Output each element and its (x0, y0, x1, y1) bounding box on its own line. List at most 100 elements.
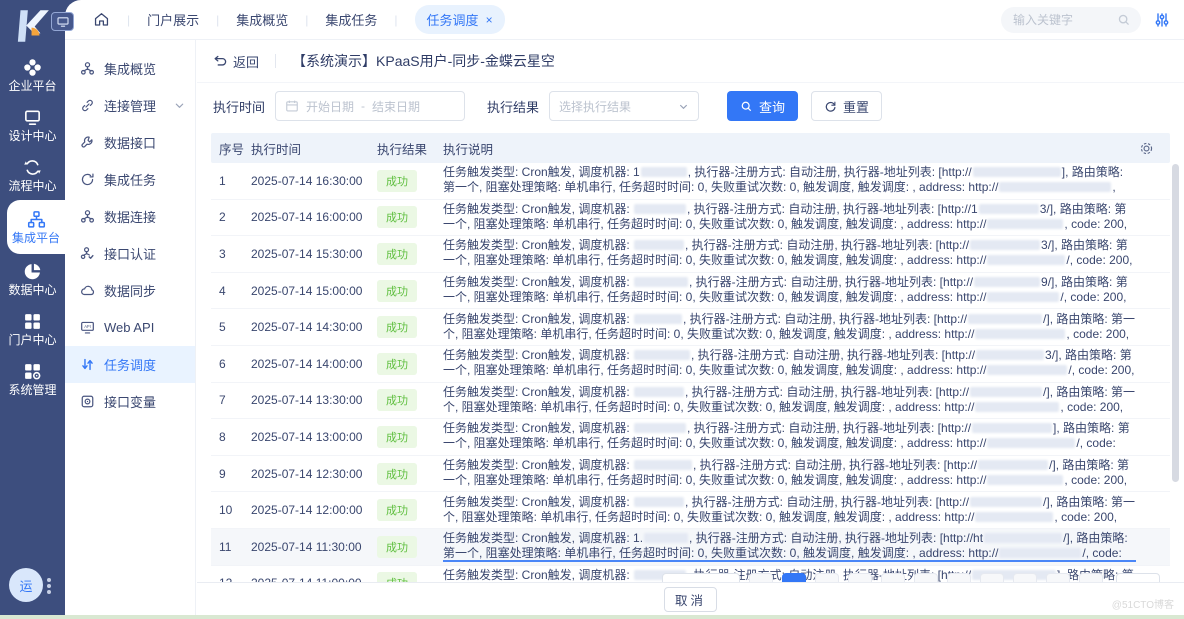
pagination-page-button[interactable] (1079, 573, 1103, 582)
search-input[interactable] (1011, 12, 1111, 28)
primary-nav-grid[interactable]: 门户中心 (0, 304, 65, 354)
pagination-page-button[interactable] (782, 573, 806, 582)
primary-nav-grid-gear[interactable]: 系统管理 (0, 354, 65, 404)
execution-description: 任务触发类型: Cron触发, 调度机器: , 执行器-注册方式: 自动注册, … (443, 348, 1170, 379)
execution-description: 任务触发类型: Cron触发, 调度机器: , 执行器-注册方式: 自动注册, … (443, 421, 1170, 452)
query-button[interactable]: 查询 (727, 91, 798, 121)
sidebar-item-network-4[interactable]: 数据连接 (65, 198, 195, 235)
close-icon[interactable]: × (486, 13, 493, 27)
date-start-placeholder: 开始日期 (306, 98, 354, 115)
variable-icon (80, 394, 95, 409)
row-number: 10 (211, 503, 251, 517)
sidebar-item-cloud-6[interactable]: 数据同步 (65, 272, 195, 309)
table-row[interactable]: 92025-07-14 12:30:00成功任务触发类型: Cron触发, 调度… (211, 456, 1170, 493)
sidebar-item-label: Web API (104, 320, 154, 335)
date-range-input[interactable]: 开始日期 - 结束日期 (275, 91, 465, 121)
top-nav: |门户展示|集成概览|集成任务| (110, 10, 415, 29)
collapse-sidebar-button[interactable] (51, 12, 74, 31)
execution-time: 2025-07-14 13:00:00 (251, 430, 377, 444)
sidebar-item-variable-9[interactable]: 接口变量 (65, 383, 195, 420)
footer-bar: 取消 (197, 582, 1184, 615)
filter-sliders-icon[interactable] (1154, 12, 1170, 28)
execution-result: 成功 (377, 280, 443, 302)
pagination-page-button[interactable] (749, 573, 773, 582)
redacted-text (987, 438, 1075, 448)
column-settings-gear-icon[interactable] (1139, 141, 1154, 156)
cancel-button[interactable]: 取消 (664, 587, 717, 612)
redacted-text (987, 219, 1063, 229)
row-number: 1 (211, 174, 251, 188)
primary-nav-sitemap[interactable]: 集成平台 (7, 200, 65, 254)
back-button[interactable]: 返回 (213, 52, 259, 71)
pagination-page-button[interactable] (815, 573, 839, 582)
user-avatar[interactable]: 运 (9, 568, 43, 602)
status-badge: 成功 (377, 170, 417, 192)
pagination-page-button[interactable] (1013, 573, 1037, 582)
status-badge: 成功 (377, 389, 417, 411)
page-toolbar: 返回 【系统演示】KPaaS用户-同步-金蝶云星空 (197, 40, 1184, 83)
sidebar-item-webapi-7[interactable]: APIWeb API (65, 309, 195, 346)
sidebar-item-network-check-5[interactable]: 接口认证 (65, 235, 195, 272)
clover-icon (23, 58, 42, 77)
pagination-page-button[interactable] (947, 573, 971, 582)
table-row[interactable]: 22025-07-14 16:00:00成功任务触发类型: Cron触发, 调度… (211, 200, 1170, 237)
tab-task-schedule[interactable]: 任务调度 × (415, 5, 505, 34)
pagination-page-button[interactable] (848, 573, 872, 582)
table-row[interactable]: 72025-07-14 13:30:00成功任务触发类型: Cron触发, 调度… (211, 383, 1170, 420)
execution-time: 2025-07-14 13:30:00 (251, 393, 377, 407)
status-badge: 成功 (377, 536, 417, 558)
column-header-2: 执行结果 (377, 139, 443, 158)
primary-nav-monitor[interactable]: 设计中心 (0, 100, 65, 150)
sidebar-item-wrench-2[interactable]: 数据接口 (65, 124, 195, 161)
pagination-page-button[interactable] (914, 573, 938, 582)
app-logo[interactable] (10, 5, 52, 47)
monitor-small-icon (57, 17, 69, 27)
pagination-page-button[interactable] (1046, 573, 1070, 582)
sidebar-item-sync-3[interactable]: 集成任务 (65, 161, 195, 198)
wrench-icon (80, 135, 95, 150)
top-nav-item-1[interactable]: 集成概览 (236, 10, 288, 29)
top-nav-item-0[interactable]: 门户展示 (147, 10, 199, 29)
nav-separator: | (216, 13, 219, 27)
row-number: 9 (211, 467, 251, 481)
divider (275, 54, 276, 68)
row-number: 3 (211, 247, 251, 261)
table-row[interactable]: 102025-07-14 12:00:00成功任务触发类型: Cron触发, 调… (211, 492, 1170, 529)
sidebar-item-network-0[interactable]: 集成概览 (65, 50, 195, 87)
table-row[interactable]: 62025-07-14 14:00:00成功任务触发类型: Cron触发, 调度… (211, 346, 1170, 383)
execution-time: 2025-07-14 12:00:00 (251, 503, 377, 517)
execution-description: 任务触发类型: Cron触发, 调度机器: , 执行器-注册方式: 自动注册, … (443, 275, 1170, 306)
network-icon (80, 209, 95, 224)
primary-nav-pie[interactable]: 数据中心 (0, 254, 65, 304)
table-row[interactable]: 52025-07-14 14:30:00成功任务触发类型: Cron触发, 调度… (211, 309, 1170, 346)
pagination-next-button[interactable] (1116, 573, 1160, 582)
column-header-1: 执行时间 (251, 139, 377, 158)
table-row[interactable]: 82025-07-14 13:00:00成功任务触发类型: Cron触发, 调度… (211, 419, 1170, 456)
table-row[interactable]: 32025-07-14 15:30:00成功任务触发类型: Cron触发, 调度… (211, 236, 1170, 273)
vertical-scrollbar[interactable] (1172, 164, 1179, 482)
pagination-page-button[interactable] (881, 573, 905, 582)
chevron-down-icon (174, 100, 185, 111)
row-number: 11 (211, 540, 251, 554)
result-select[interactable]: 选择执行结果 (549, 91, 699, 121)
pagination-page-button[interactable] (980, 573, 1004, 582)
table-row[interactable]: 112025-07-14 11:30:00成功任务触发类型: Cron触发, 调… (211, 529, 1170, 566)
table-row[interactable]: 42025-07-14 15:00:00成功任务触发类型: Cron触发, 调度… (211, 273, 1170, 310)
home-icon[interactable] (93, 11, 110, 28)
execution-time: 2025-07-14 16:30:00 (251, 174, 377, 188)
tab-task-schedule-label: 任务调度 (427, 10, 479, 29)
reset-button[interactable]: 重置 (811, 91, 882, 121)
primary-nav-clover[interactable]: 企业平台 (0, 50, 65, 100)
sidebar-item-label: 接口变量 (104, 392, 156, 411)
table-row[interactable]: 12025-07-14 16:30:00成功任务触发类型: Cron触发, 调度… (211, 163, 1170, 200)
sidebar-item-link-1[interactable]: 连接管理 (65, 87, 195, 124)
sidebar-item-schedule-8[interactable]: 任务调度 (65, 346, 195, 383)
redacted-text (641, 167, 687, 177)
redacted-text (984, 533, 1062, 543)
global-search[interactable] (1001, 7, 1141, 33)
top-nav-item-2[interactable]: 集成任务 (325, 10, 377, 29)
primary-nav-cycle[interactable]: 流程中心 (0, 150, 65, 200)
more-menu-icon[interactable] (47, 584, 51, 588)
pagination-size-select[interactable] (662, 573, 740, 582)
sitemap-icon (27, 210, 46, 229)
